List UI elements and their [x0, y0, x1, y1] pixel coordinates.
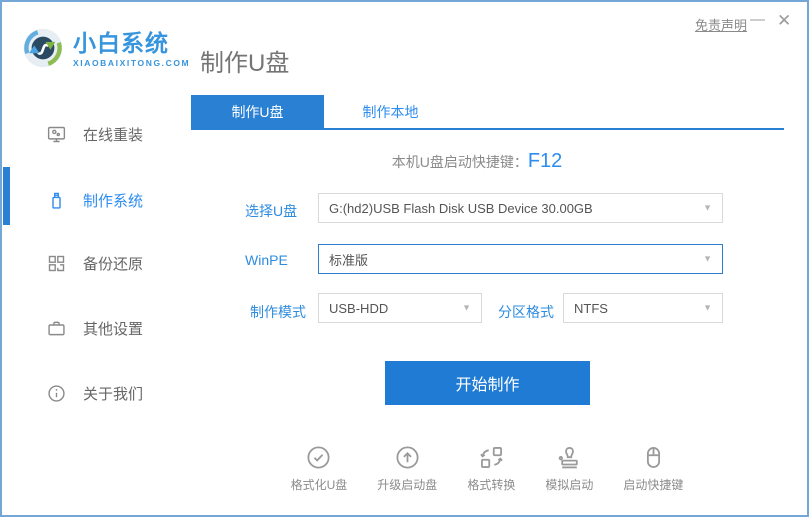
app-window: 小白系统 XIAOBAIXITONG.COM 制作U盘 免责声明 — ✕ 在线重… — [0, 0, 809, 517]
tool-simulate-boot[interactable]: 模拟启动 — [545, 444, 593, 493]
chevron-down-icon: ▼ — [703, 203, 712, 213]
tool-boot-hotkey[interactable]: 启动快捷键 — [623, 444, 683, 493]
close-button[interactable]: ✕ — [777, 11, 791, 31]
simulate-stamp-icon — [556, 444, 583, 471]
logo-subtitle: XIAOBAIXITONG.COM — [73, 59, 190, 68]
info-icon — [46, 383, 67, 404]
tool-format-convert[interactable]: 格式转换 — [467, 444, 515, 493]
tool-label: 模拟启动 — [545, 476, 593, 493]
upgrade-arrow-icon — [394, 444, 421, 471]
sidebar-item-label: 制作系统 — [83, 190, 143, 211]
tab-make-local[interactable]: 制作本地 — [324, 95, 457, 129]
hotkey-mouse-icon — [640, 444, 667, 471]
sidebar-item-other-settings[interactable]: 其他设置 — [46, 313, 143, 343]
usb-drive-icon — [46, 190, 67, 211]
format-check-icon — [305, 444, 332, 471]
tool-label: 格式转换 — [467, 476, 515, 493]
backup-grid-icon — [46, 253, 67, 274]
active-item-indicator — [3, 167, 10, 225]
tab-make-usb[interactable]: 制作U盘 — [191, 95, 324, 129]
mode-select-dropdown[interactable]: USB-HDD ▼ — [318, 293, 482, 323]
winpe-select-dropdown[interactable]: 标准版 ▼ — [318, 244, 723, 274]
mode-select-value: USB-HDD — [329, 301, 388, 316]
sidebar-item-backup-restore[interactable]: 备份还原 — [46, 248, 143, 278]
tool-label: 格式化U盘 — [291, 476, 348, 493]
sidebar-item-label: 其他设置 — [83, 318, 143, 339]
chevron-down-icon: ▼ — [703, 303, 712, 313]
logo-text: 小白系统 XIAOBAIXITONG.COM — [73, 32, 190, 68]
partition-select-dropdown[interactable]: NTFS ▼ — [563, 293, 723, 323]
footer-toolbar: 格式化U盘 升级启动盘 格式转换 — [187, 444, 787, 493]
logo-title: 小白系统 — [73, 32, 190, 55]
chevron-down-icon: ▼ — [703, 254, 712, 264]
sidebar-item-label: 关于我们 — [83, 383, 143, 404]
convert-icon — [478, 444, 505, 471]
disclaimer-link[interactable]: 免责声明 — [695, 15, 747, 34]
winpe-select-label: WinPE — [245, 252, 288, 268]
mode-select-label: 制作模式 — [250, 302, 306, 322]
usb-select-label: 选择U盘 — [245, 201, 297, 221]
sidebar-item-make-system[interactable]: 制作系统 — [46, 185, 143, 215]
boot-hotkey-line: 本机U盘启动快捷键：F12 — [187, 150, 767, 173]
chevron-down-icon: ▼ — [462, 303, 471, 313]
usb-select-dropdown[interactable]: G:(hd2)USB Flash Disk USB Device 30.00GB… — [318, 193, 723, 223]
xiaobai-logo-icon — [22, 27, 64, 69]
sidebar-item-label: 备份还原 — [83, 253, 143, 274]
sidebar-item-label: 在线重装 — [83, 124, 143, 145]
boot-hotkey-label: 本机U盘启动快捷键： — [392, 154, 528, 170]
tab-underline — [191, 128, 784, 130]
tool-label: 升级启动盘 — [377, 476, 437, 493]
monitor-icon — [46, 124, 67, 145]
sidebar-item-online-reinstall[interactable]: 在线重装 — [46, 119, 143, 149]
winpe-select-value: 标准版 — [329, 250, 368, 269]
start-make-button[interactable]: 开始制作 — [385, 361, 590, 405]
page-title: 制作U盘 — [200, 43, 289, 78]
minimize-button[interactable]: — — [750, 11, 765, 28]
partition-select-label: 分区格式 — [498, 302, 554, 322]
boot-hotkey-value: F12 — [528, 150, 562, 172]
tool-format-usb[interactable]: 格式化U盘 — [291, 444, 348, 493]
partition-select-value: NTFS — [574, 301, 608, 316]
toolbox-icon — [46, 318, 67, 339]
tool-label: 启动快捷键 — [623, 476, 683, 493]
tool-upgrade-boot-disk[interactable]: 升级启动盘 — [377, 444, 437, 493]
sidebar-item-about-us[interactable]: 关于我们 — [46, 378, 143, 408]
usb-select-value: G:(hd2)USB Flash Disk USB Device 30.00GB — [329, 201, 593, 216]
